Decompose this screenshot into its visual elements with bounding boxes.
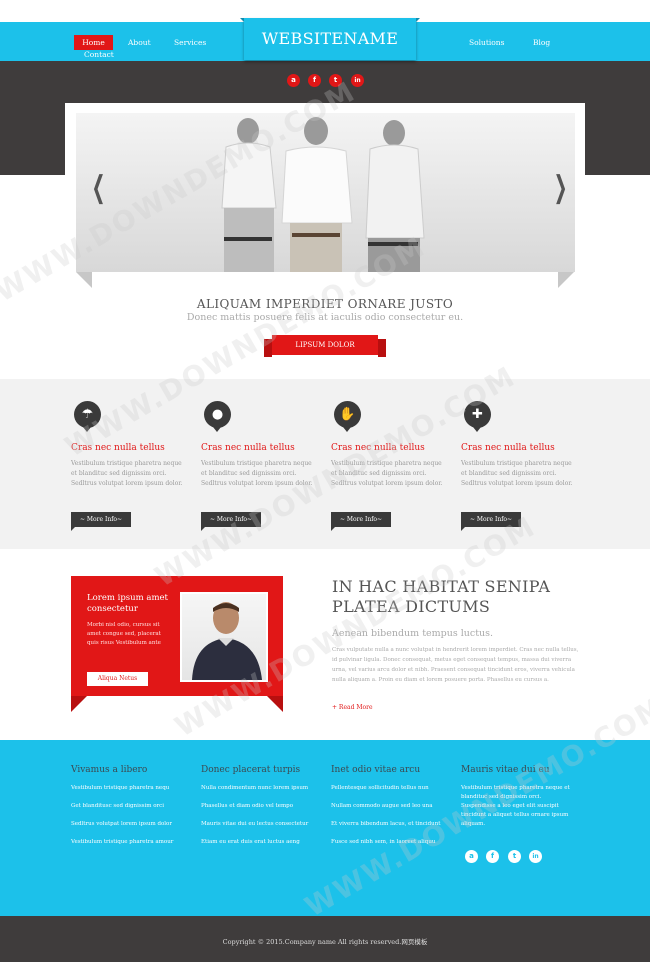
puzzle-icon: ✚: [464, 401, 491, 432]
feature-text: Vestibulum tristique pharetra neque et b…: [71, 460, 183, 487]
nav-blog[interactable]: Blog: [533, 38, 550, 47]
nav-about[interactable]: About: [128, 38, 151, 47]
linkedin-icon[interactable]: in: [351, 74, 364, 87]
footer-link[interactable]: Vestibulum tristique pharetra amour: [71, 838, 183, 847]
site-logo[interactable]: WEBSITENAME: [240, 18, 420, 60]
footer-column-title: Mauris vitae dui eu: [461, 765, 550, 775]
aliqua-netus-button[interactable]: Aliqua Netus: [87, 672, 148, 686]
slider-fold-right: [558, 272, 574, 288]
feature-title: Cras nec nulla tellus: [331, 443, 425, 453]
more-info-button[interactable]: ~ More Info~: [331, 512, 391, 531]
footer-column: Inet odio vitae arcu Pellentesque sollic…: [331, 765, 451, 856]
feature-title: Cras nec nulla tellus: [201, 443, 295, 453]
footer-column: Donec placerat turpis Nulla condimentum …: [201, 765, 321, 856]
footer-link[interactable]: Et viverra bibendum lacus, et tincidunt: [331, 820, 443, 829]
footer-column: Vivamus a libero Vestibulum tristique ph…: [71, 765, 191, 856]
nav-solutions[interactable]: Solutions: [469, 38, 505, 47]
nav-contact[interactable]: Contact: [84, 50, 114, 59]
slide-people-illustration: [221, 117, 425, 272]
footer-link[interactable]: Sedltrus volutpat lorem ipsum dolor: [71, 820, 183, 829]
promo-paragraph: Cras vulputate nulla a nunc volutpat in …: [332, 647, 579, 683]
promo-photo: [180, 592, 268, 682]
more-info-button[interactable]: ~ More Info~: [201, 512, 261, 531]
tagline-title: ALIQUAM IMPERDIET ORNARE JUSTO: [196, 297, 454, 311]
copyright-text: Copyright © 2015.Company name All rights…: [222, 938, 428, 946]
footer-link[interactable]: Nulla condimentum nunc lorem ipsum: [201, 784, 313, 793]
slide-image: [76, 113, 575, 272]
footer-link[interactable]: Get blanditusc sed dignissim orci: [71, 802, 183, 811]
nav-home[interactable]: Home: [74, 35, 113, 50]
hand-icon: ✋: [334, 401, 361, 432]
footer-link[interactable]: Etiam eu erat duis erat luctus aeng: [201, 838, 313, 847]
footer-link[interactable]: Nullam commodo augue sed leo una: [331, 802, 443, 811]
promo-card-text: Morbi nisl odio, cursus sit amet congue …: [87, 622, 161, 646]
footer-column-title: Vivamus a libero: [71, 765, 148, 775]
footer-link[interactable]: Fusce sed nibh sem, in laoreet aliquu: [331, 838, 443, 847]
footer-about-text: Vestibulum tristique pharetra neque et b…: [461, 785, 570, 827]
read-more-link[interactable]: + Read More: [332, 704, 373, 711]
footer-column-title: Donec placerat turpis: [201, 765, 301, 775]
promo-card-title: Lorem ipsum amet consectetur: [87, 593, 168, 614]
footer-link[interactable]: Mauris vitae dui eu lectus consectetur: [201, 820, 313, 829]
slider-next-arrow[interactable]: ❯: [554, 170, 568, 205]
rss-icon[interactable]: a: [287, 74, 300, 87]
facebook-icon[interactable]: f: [486, 850, 499, 863]
slider-prev-arrow[interactable]: ❮: [92, 170, 106, 205]
more-info-button[interactable]: ~ More Info~: [71, 512, 131, 531]
promo-subheading: Aenean bibendum tempus luctus.: [332, 628, 494, 639]
footer-link[interactable]: Pellentesque sollicitudin tellus nun: [331, 784, 443, 793]
feature-title: Cras nec nulla tellus: [71, 443, 165, 453]
lipsum-dolor-button[interactable]: LIPSUM DOLOR: [264, 335, 386, 357]
feature-text: Vestibulum tristique pharetra neque et b…: [331, 460, 443, 487]
footer-link[interactable]: Vestibulum tristique pharetra nequ: [71, 784, 183, 793]
man-portrait-illustration: [192, 602, 262, 680]
footer-column-title: Inet odio vitae arcu: [331, 765, 421, 775]
twitter-icon[interactable]: t: [508, 850, 521, 863]
twitter-icon[interactable]: t: [329, 74, 342, 87]
umbrella-icon: ☂: [74, 401, 101, 432]
nav-services[interactable]: Services: [174, 38, 206, 47]
linkedin-icon[interactable]: in: [529, 850, 542, 863]
footer-column: Mauris vitae dui eu Vestibulum tristique…: [461, 765, 581, 829]
footer-link[interactable]: Phasellus et diam odio vel tempo: [201, 802, 313, 811]
more-info-button[interactable]: ~ More Info~: [461, 512, 521, 531]
promo-heading: IN HAC HABITAT SENIPA PLATEA DICTUMS: [332, 577, 551, 616]
facebook-icon[interactable]: f: [308, 74, 321, 87]
tagline-subtitle: Donec mattis posuere felis at iaculis od…: [186, 312, 464, 323]
feature-text: Vestibulum tristique pharetra neque et b…: [201, 460, 313, 487]
feature-text: Vestibulum tristique pharetra neque et b…: [461, 460, 573, 487]
site-logo-text: WEBSITENAME: [261, 29, 399, 48]
slider-fold-left: [76, 272, 92, 288]
feature-title: Cras nec nulla tellus: [461, 443, 555, 453]
rss-icon[interactable]: a: [465, 850, 478, 863]
lightbulb-icon: ●: [204, 401, 231, 432]
